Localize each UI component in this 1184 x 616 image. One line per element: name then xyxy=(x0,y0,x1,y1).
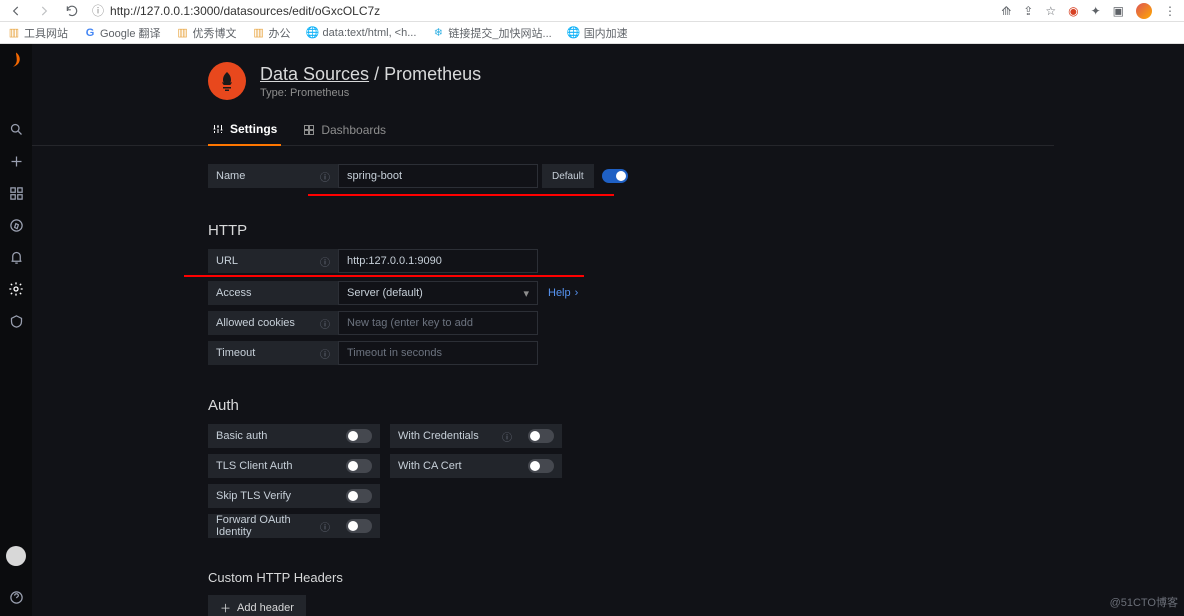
extensions-icon[interactable]: ✦ xyxy=(1091,4,1101,18)
name-input[interactable] xyxy=(338,164,538,188)
chevron-down-icon: ▾ xyxy=(523,287,529,300)
info-icon[interactable]: ⓘ xyxy=(320,254,330,269)
site-info-icon[interactable]: ⓘ xyxy=(92,2,104,19)
custom-headers-title: Custom HTTP Headers xyxy=(208,570,912,585)
basic-auth-label: Basic auth xyxy=(208,424,338,448)
browser-nav-bar: ⓘ http://127.0.0.1:3000/datasources/edit… xyxy=(0,0,1184,22)
translate-icon[interactable]: ⟰ xyxy=(1001,4,1011,18)
help-icon[interactable] xyxy=(7,588,25,606)
bookmark-item[interactable]: ❄链接提交_加快网站... xyxy=(432,25,551,41)
with-credentials-label: With Credentialsⓘ xyxy=(390,424,520,448)
panel-icon[interactable]: ▣ xyxy=(1113,4,1124,18)
prometheus-icon xyxy=(208,62,246,100)
tab-settings[interactable]: Settings xyxy=(208,114,281,146)
configuration-icon[interactable] xyxy=(7,280,25,298)
timeout-label: Timeoutⓘ xyxy=(208,341,338,365)
add-header-button[interactable]: ＋ Add header xyxy=(208,595,306,616)
info-icon[interactable]: ⓘ xyxy=(502,429,512,444)
with-ca-toggle[interactable] xyxy=(528,459,554,473)
breadcrumb: Data Sources / Prometheus xyxy=(260,64,481,85)
sliders-icon xyxy=(212,123,224,135)
bookmark-bar: ▥工具网站 GGoogle 翻译 ▥优秀博文 ▥办公 🌐data:text/ht… xyxy=(0,22,1184,44)
basic-auth-toggle[interactable] xyxy=(346,429,372,443)
grafana-app: Data Sources / Prometheus Type: Promethe… xyxy=(0,44,1184,616)
reload-button[interactable] xyxy=(64,3,80,19)
tls-client-toggle[interactable] xyxy=(346,459,372,473)
help-link[interactable]: Help› xyxy=(538,287,588,299)
tls-client-label: TLS Client Auth xyxy=(208,454,338,478)
back-button[interactable] xyxy=(8,3,24,19)
name-row: Nameⓘ Default xyxy=(208,164,912,188)
server-admin-icon[interactable] xyxy=(7,312,25,330)
dashboards-icon[interactable] xyxy=(7,184,25,202)
breadcrumb-leaf: Prometheus xyxy=(384,64,481,84)
forward-button[interactable] xyxy=(36,3,52,19)
breadcrumb-root[interactable]: Data Sources xyxy=(260,64,369,84)
fwd-oauth-label: Forward OAuth Identityⓘ xyxy=(208,514,338,538)
skip-tls-toggle[interactable] xyxy=(346,489,372,503)
search-icon[interactable] xyxy=(7,120,25,138)
info-icon[interactable]: ⓘ xyxy=(320,346,330,361)
grafana-logo[interactable] xyxy=(6,50,26,70)
url-bar[interactable]: ⓘ http://127.0.0.1:3000/datasources/edit… xyxy=(92,2,989,19)
bookmark-item[interactable]: 🌐国内加速 xyxy=(568,25,628,41)
access-select[interactable]: Server (default) ▾ xyxy=(338,281,538,305)
http-section-title: HTTP xyxy=(208,222,912,239)
info-icon[interactable]: ⓘ xyxy=(320,519,330,534)
timeout-input[interactable] xyxy=(338,341,538,365)
user-avatar[interactable] xyxy=(6,546,26,566)
bookmark-item[interactable]: GGoogle 翻译 xyxy=(84,25,161,41)
chevron-right-icon: › xyxy=(575,287,579,299)
share-icon[interactable]: ⇪ xyxy=(1023,4,1033,18)
info-icon[interactable]: ⓘ xyxy=(320,169,330,184)
annotation-underline xyxy=(184,275,584,277)
bookmark-item[interactable]: ▥办公 xyxy=(253,25,291,41)
url-input[interactable] xyxy=(338,249,538,273)
skip-tls-label: Skip TLS Verify xyxy=(208,484,338,508)
url-label: URLⓘ xyxy=(208,249,338,273)
profile-icon[interactable] xyxy=(1136,3,1152,19)
bookmark-item[interactable]: ▥优秀博文 xyxy=(177,25,237,41)
kebab-menu-icon[interactable]: ⋮ xyxy=(1164,4,1176,18)
with-credentials-toggle[interactable] xyxy=(528,429,554,443)
plus-icon[interactable] xyxy=(7,152,25,170)
plus-icon: ＋ xyxy=(220,600,231,616)
explore-icon[interactable] xyxy=(7,216,25,234)
default-label: Default xyxy=(542,164,594,188)
page-subtitle: Type: Prometheus xyxy=(260,87,481,99)
name-label: Nameⓘ xyxy=(208,164,338,188)
sidebar xyxy=(0,44,32,616)
browser-action-icons: ⟰ ⇪ ☆ ◉ ✦ ▣ ⋮ xyxy=(1001,3,1176,19)
alerting-icon[interactable] xyxy=(7,248,25,266)
watermark: @51CTO博客 xyxy=(1110,594,1178,610)
page-content: Data Sources / Prometheus Type: Promethe… xyxy=(32,44,1184,616)
fwd-oauth-toggle[interactable] xyxy=(346,519,372,533)
tab-dashboards[interactable]: Dashboards xyxy=(299,114,390,145)
weibo-ext-icon[interactable]: ◉ xyxy=(1068,4,1078,18)
info-icon[interactable]: ⓘ xyxy=(320,316,330,331)
dashboards-tab-icon xyxy=(303,124,315,136)
access-label: Access xyxy=(208,281,338,305)
tabs: Settings Dashboards xyxy=(32,114,1054,146)
url-text: http://127.0.0.1:3000/datasources/edit/o… xyxy=(110,4,380,18)
cookies-label: Allowed cookiesⓘ xyxy=(208,311,338,335)
default-toggle[interactable] xyxy=(602,169,628,183)
cookies-input[interactable] xyxy=(338,311,538,335)
auth-section-title: Auth xyxy=(208,397,912,414)
with-ca-label: With CA Cert xyxy=(390,454,520,478)
page-header: Data Sources / Prometheus Type: Promethe… xyxy=(32,56,1184,108)
bookmark-item[interactable]: ▥工具网站 xyxy=(8,25,68,41)
star-icon[interactable]: ☆ xyxy=(1045,4,1056,18)
bookmark-item[interactable]: 🌐data:text/html, <h... xyxy=(307,27,417,39)
